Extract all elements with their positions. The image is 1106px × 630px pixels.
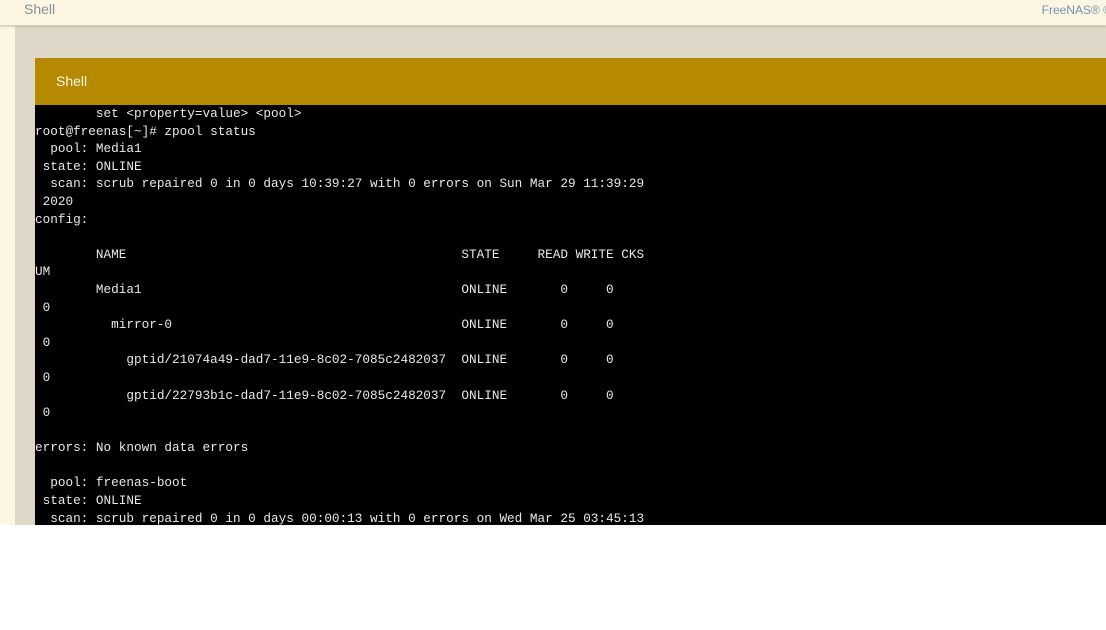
- page-title: Shell: [24, 1, 56, 17]
- terminal-line: NAME STATE READ WRITE CKS: [35, 246, 645, 262]
- terminal-line: UM: [35, 264, 51, 280]
- terminal-line: config:: [35, 211, 89, 227]
- terminal-line: state: ONLINE: [35, 158, 142, 174]
- terminal-line: scan: scrub repaired 0 in 0 days 00:00:1…: [35, 510, 645, 525]
- terminal-line: 0: [35, 299, 51, 315]
- top-bar: Shell FreeNAS® ©: [0, 0, 1106, 26]
- terminal-line: 0: [35, 369, 51, 385]
- left-strip: [0, 25, 15, 525]
- terminal[interactable]: set <property=value> <pool> root@freenas[…: [35, 105, 1106, 525]
- terminal-line: mirror-0 ONLINE 0 0: [35, 317, 614, 333]
- terminal-line: gptid/21074a49-dad7-11e9-8c02-7085c24820…: [35, 352, 614, 368]
- brand-label[interactable]: FreeNAS® ©: [1042, 3, 1106, 17]
- shell-card-title: Shell: [56, 73, 88, 89]
- terminal-line: 0: [35, 334, 51, 350]
- terminal-line: set <property=value> <pool>: [35, 106, 302, 121]
- terminal-line: pool: Media1: [35, 141, 142, 157]
- terminal-line: scan: scrub repaired 0 in 0 days 10:39:2…: [35, 176, 645, 192]
- terminal-line: 2020: [35, 193, 74, 209]
- terminal-line: Media1 ONLINE 0 0: [35, 281, 614, 297]
- terminal-line: errors: No known data errors: [35, 440, 249, 456]
- terminal-line: pool: freenas-boot: [35, 475, 188, 491]
- terminal-line: state: ONLINE: [35, 493, 142, 509]
- terminal-line: gptid/22793b1c-dad7-11e9-8c02-7085c24820…: [35, 387, 614, 403]
- shell-card-header: Shell: [35, 58, 1106, 105]
- terminal-line: root@freenas[~]# zpool status: [35, 123, 256, 139]
- terminal-line: 0: [35, 405, 51, 421]
- terminal-output[interactable]: set <property=value> <pool> root@freenas[…: [35, 105, 644, 525]
